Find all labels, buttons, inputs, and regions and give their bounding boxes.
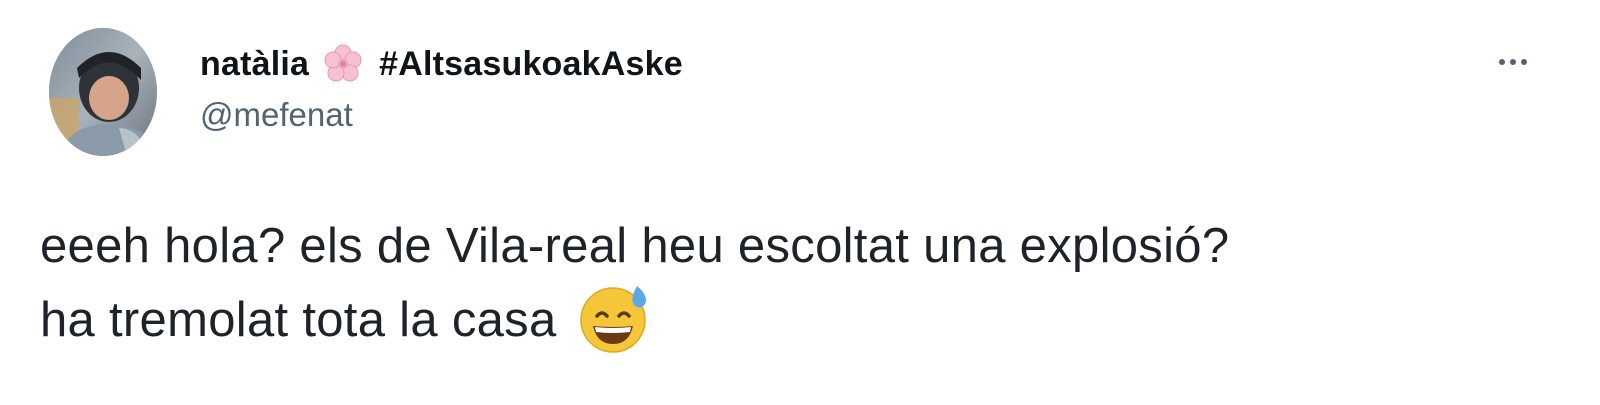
tweet-text-line-2: ha tremolat tota la casa xyxy=(40,293,557,347)
more-options-button[interactable] xyxy=(1488,46,1538,78)
author-handle[interactable]: @mefenat xyxy=(200,96,353,134)
author-hashtag: #AltsasukoakAske xyxy=(379,44,683,83)
more-options-dot xyxy=(1521,59,1527,65)
avatar[interactable] xyxy=(49,28,157,156)
tweet-text: eeeh hola? els de Vila-real heu escoltat… xyxy=(40,212,1540,356)
author-name: natàlia xyxy=(200,44,310,83)
flower-icon xyxy=(323,44,363,84)
tweet-text-line-2-wrapper: ha tremolat tota la casa xyxy=(40,280,1540,356)
author-display-name[interactable]: natàlia #AltsasukoakAske xyxy=(200,44,683,84)
more-options-icon xyxy=(1499,59,1505,65)
more-options-dot xyxy=(1510,59,1516,65)
avatar-photo xyxy=(49,28,157,156)
tweet-text-line-1: eeeh hola? els de Vila-real heu escoltat… xyxy=(40,219,1230,273)
grinning-face-with-sweat-icon xyxy=(577,280,653,356)
tweet-card: natàlia #AltsasukoakAske @mefenat eeeh h… xyxy=(0,0,1600,405)
